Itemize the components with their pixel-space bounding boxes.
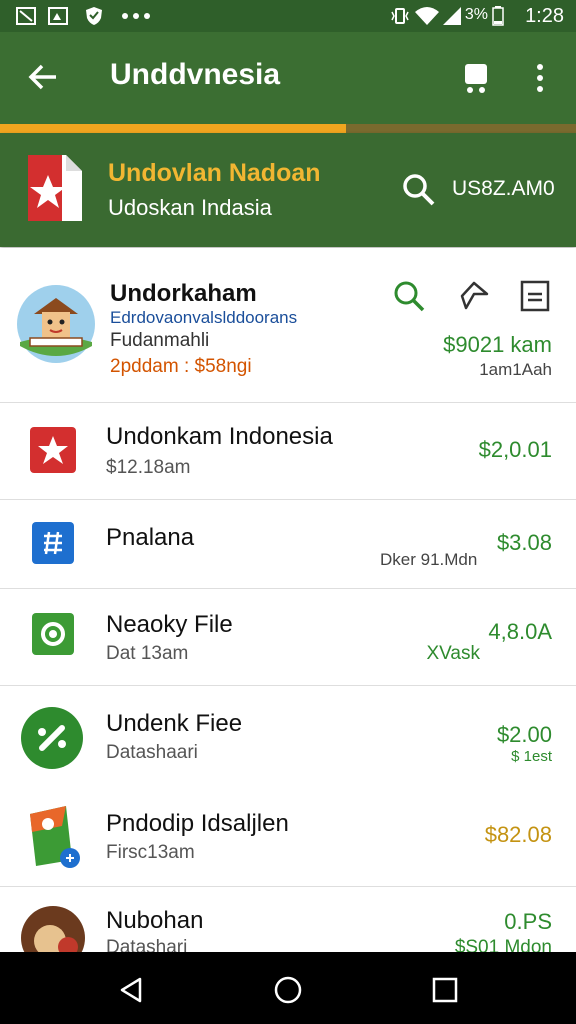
item-amount: $2,0.01 [478,437,552,462]
list-item[interactable]: Undenk Fiee Datashaari $2.00 $ 1est [0,686,576,786]
list-item[interactable]: Pnalana $3.08 Dker 91.Mdn [0,500,576,589]
battery-icon [492,6,504,26]
item-title: Pndodip Idsaljlen [106,810,289,837]
avatar [17,285,95,363]
item-amount: $3.08 [496,530,552,555]
item-subtitle: Dat 13am [106,643,189,664]
item-note: $ 1est [511,748,552,765]
featured-title: Undorkaham [110,280,257,307]
featured-line3: 2pddam : $58ngi [110,356,252,377]
item-title: Nubohan [106,907,204,934]
item-title: Neaoky File [106,611,233,638]
star-icon [30,427,76,473]
item-subtitle: Firsc13am [106,842,195,863]
vibrate-icon [391,8,409,24]
item-title: Pnalana [106,524,195,551]
gallery-icon [48,7,68,25]
account-banner[interactable]: Undovlan Nadoan Udoskan Indasia US8Z.AM0 [0,133,576,247]
wifi-icon [415,7,439,25]
featured-line2: Fudanmahli [110,330,210,351]
item-title: Undonkam Indonesia [106,423,333,450]
document-star-icon [28,155,82,221]
flag-icon [30,806,80,868]
status-bar: 3% 1:28 [0,0,576,32]
progress-fill [0,124,346,133]
share-icon[interactable] [458,280,490,312]
recents-icon[interactable] [432,977,458,1003]
system-nav-bar [0,952,576,1024]
list-item[interactable]: Neaoky File Dat 13am 4,8.0A XVask [0,589,576,686]
shield-icon [86,7,102,25]
grid-icon [32,522,74,564]
overflow-menu-icon[interactable] [530,62,550,94]
list-item[interactable]: Pndodip Idsaljlen Firsc13am $82.08 [0,786,576,887]
app-bar: Unddvnesia [0,32,576,124]
item-note: Dker 91.Mdn [380,550,478,569]
item-amount: 4,8.0A [488,619,552,644]
avatar-icon [21,906,85,957]
item-title: Undenk Fiee [106,710,243,737]
cart-icon[interactable] [462,62,490,94]
banner-title: Undovlan Nadoan [108,159,321,187]
screenshot-icon [16,7,36,25]
banner-amount: US8Z.AM0 [452,177,555,200]
list-item[interactable]: Undonkam Indonesia $12.18am $2,0.01 [0,403,576,500]
clock: 1:28 [525,5,564,27]
percent-icon [21,707,83,769]
search-icon[interactable] [393,280,425,312]
featured-item[interactable]: Undorkaham Edrdovaonvalslddoorans Fudanm… [0,248,576,403]
featured-note: 1am1Aah [479,360,552,379]
list-item[interactable]: Nubohan Datashari 0.PS $S01 Mdon [0,887,576,957]
item-note: XVask [426,643,480,664]
back-arrow-icon[interactable] [28,62,58,92]
featured-amount: $9021 kam [443,332,552,357]
camera-icon [32,613,74,655]
banner-subtitle: Udoskan Indasia [108,195,272,220]
home-icon[interactable] [274,976,302,1004]
more-notifications-icon [122,13,150,19]
page-title: Unddvnesia [110,58,281,91]
featured-link[interactable]: Edrdovaonvalslddoorans [110,308,297,328]
item-amount: $82.08 [484,822,552,847]
battery-percent: 3% [464,6,488,23]
item-amount: 0.PS [504,909,552,934]
item-subtitle: Datashaari [106,742,198,763]
back-icon[interactable] [118,976,144,1004]
item-subtitle: $12.18am [106,457,191,478]
signal-icon [443,7,461,25]
item-amount: $2.00 [496,722,552,747]
search-icon[interactable] [402,173,436,207]
document-icon[interactable] [520,280,550,312]
progress-bar [0,124,576,133]
